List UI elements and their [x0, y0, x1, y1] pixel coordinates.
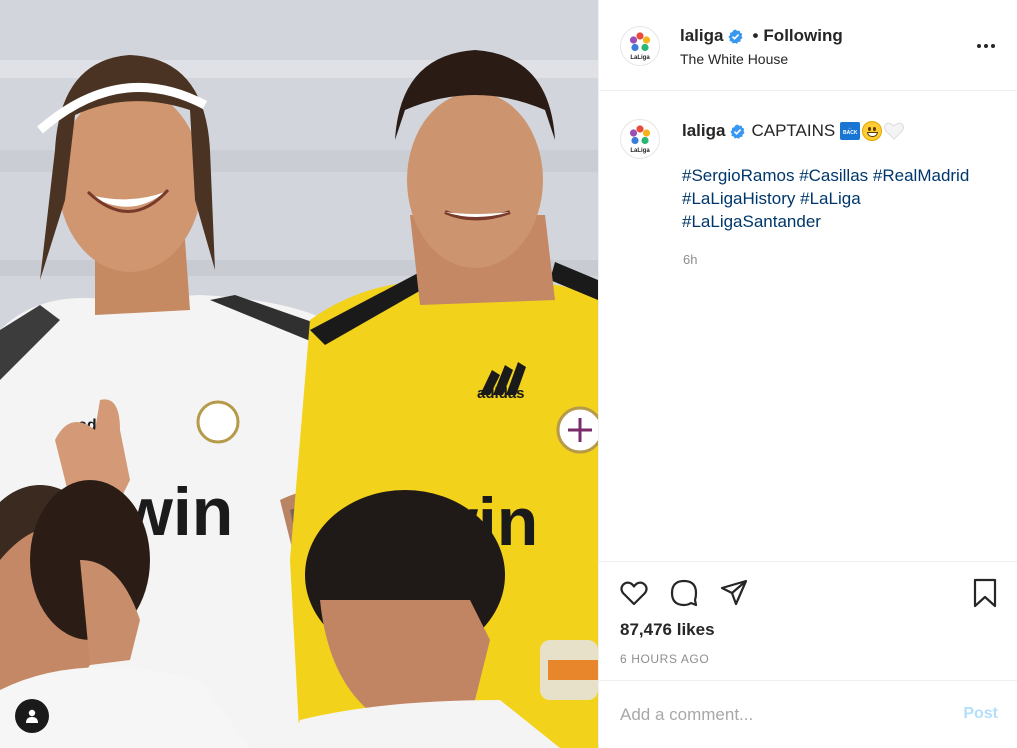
hashtag-link[interactable]: #Casillas	[799, 166, 868, 185]
post-photo[interactable]: win add adidas win	[0, 0, 598, 748]
verified-badge-icon	[730, 123, 745, 139]
user-tags-button[interactable]	[15, 699, 49, 733]
heart-outline-icon	[620, 581, 648, 606]
post-details-panel: LaLiga laliga • Following The White Hous…	[598, 0, 1017, 748]
laliga-logo-icon	[629, 31, 651, 51]
hashtag-link[interactable]: #LaLiga	[800, 189, 861, 208]
account-avatar[interactable]: LaLiga	[620, 26, 660, 66]
comment-input[interactable]	[620, 703, 940, 727]
caption-text: CAPTAINS	[751, 121, 836, 140]
caption-account-name[interactable]: laliga	[682, 121, 725, 141]
logo-text: LaLiga	[630, 54, 650, 61]
hashtag-link[interactable]: #LaLigaHistory	[682, 189, 795, 208]
grinning-emoji	[862, 121, 883, 141]
account-name[interactable]: laliga	[680, 26, 723, 46]
post-location[interactable]: The White House	[680, 51, 788, 67]
post-header: LaLiga laliga • Following The White Hous…	[599, 0, 1017, 91]
caption-emojis: ← BACK	[840, 121, 905, 141]
save-button[interactable]	[970, 578, 1000, 608]
svg-text:adidas: adidas	[477, 385, 525, 402]
comment-button[interactable]	[669, 578, 699, 608]
following-button[interactable]: Following	[763, 26, 842, 46]
logo-text: LaLiga	[630, 147, 650, 154]
comment-bar: Post	[599, 680, 1017, 748]
laliga-logo-icon	[629, 124, 651, 144]
user-tag-icon	[26, 709, 38, 723]
bookmark-icon	[973, 578, 997, 608]
separator-dot: •	[752, 26, 759, 45]
like-button[interactable]	[619, 578, 649, 608]
caption-timestamp[interactable]: 6h	[683, 252, 697, 267]
paper-plane-icon	[720, 579, 748, 606]
more-options-icon	[977, 44, 981, 48]
post-comment-button[interactable]: Post	[963, 705, 998, 723]
verified-badge-icon	[728, 28, 743, 44]
post-actions: 87,476 likes 6 HOURS AGO	[599, 561, 1017, 680]
white-heart-emoji	[884, 122, 905, 140]
caption-section: LaLiga laliga CAPTAINS ← BACK #SergioRamo…	[599, 91, 1017, 561]
share-button[interactable]	[719, 578, 749, 608]
hashtag-link[interactable]: #LaLigaSantander	[682, 212, 821, 231]
hashtag-link[interactable]: #RealMadrid	[873, 166, 969, 185]
caption-line: laliga CAPTAINS ← BACK	[682, 121, 905, 141]
caption-avatar[interactable]: LaLiga	[620, 119, 660, 159]
hashtag-list: #SergioRamos #Casillas #RealMadrid #LaLi…	[682, 164, 1002, 233]
hashtag-link[interactable]: #SergioRamos	[682, 166, 794, 185]
comment-bubble-icon	[670, 579, 698, 607]
header-user-line: laliga • Following	[680, 26, 843, 46]
likes-count[interactable]: 87,476 likes	[620, 620, 715, 640]
post-timestamp[interactable]: 6 HOURS AGO	[620, 652, 709, 666]
post-image: win add adidas win	[0, 0, 598, 748]
back-arrow-emoji: ← BACK	[840, 122, 861, 140]
more-options-button[interactable]	[974, 36, 998, 56]
